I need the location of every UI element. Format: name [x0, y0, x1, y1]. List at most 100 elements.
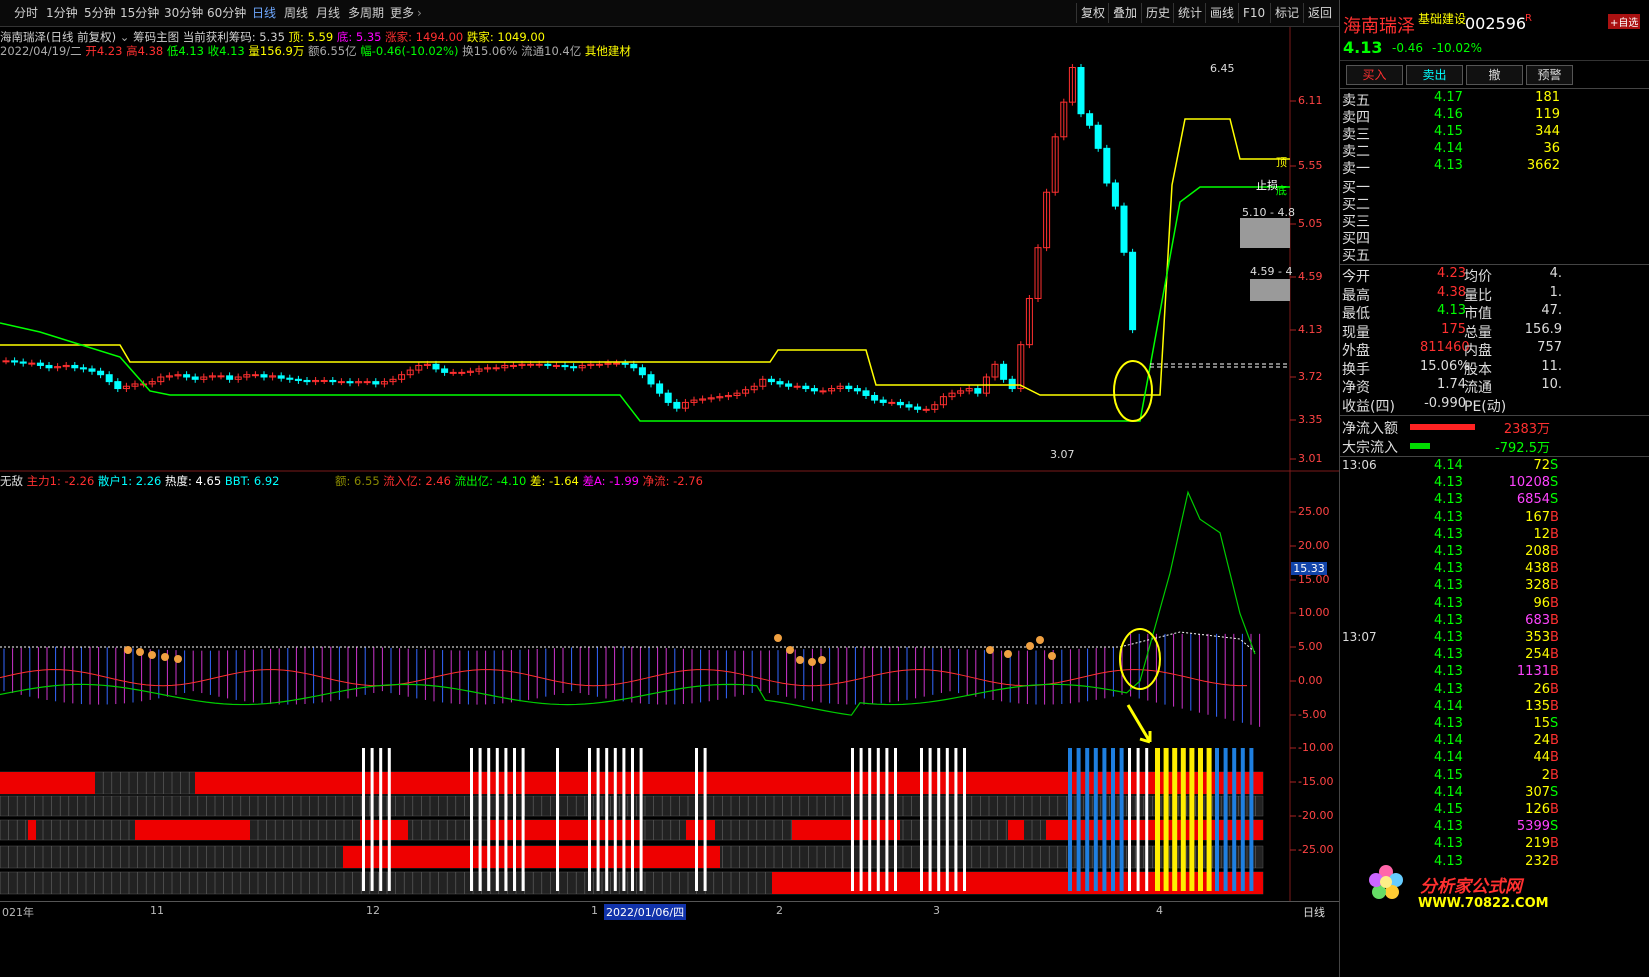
tool-history-button[interactable]: 历史	[1141, 3, 1174, 23]
period-tab-multi[interactable]: 多周期	[348, 4, 384, 22]
signal-segment	[360, 820, 408, 840]
period-tab-daily[interactable]: 日线	[252, 4, 276, 22]
signal-stripe	[495, 748, 499, 891]
high-mark-label: 6.45	[1210, 62, 1235, 75]
chip-box	[1250, 279, 1290, 301]
add-favorite-button[interactable]: +自选	[1608, 14, 1641, 29]
toolbar: 分时 1分钟 5分钟 15分钟 30分钟 60分钟 日线 周线 月线 多周期 更…	[0, 0, 1339, 27]
tick-price: 4.14	[1434, 698, 1463, 714]
tool-draw-button[interactable]: 画线	[1205, 3, 1238, 23]
sell-button[interactable]: 卖出	[1406, 65, 1463, 85]
candle-body	[217, 375, 225, 378]
signal-stripe	[859, 748, 863, 891]
tool-back-button[interactable]: 返回	[1303, 3, 1336, 23]
signal-stripe	[521, 748, 525, 891]
tick-side: B	[1550, 630, 1559, 645]
hand-icon	[136, 648, 144, 656]
tick-volume: 12	[1533, 526, 1550, 542]
arrow-icon	[1126, 704, 1152, 744]
quote-label: 最高	[1342, 287, 1370, 304]
tick-price: 4.13	[1434, 681, 1463, 697]
candle-body	[922, 408, 930, 411]
tool-f10-button[interactable]: F10	[1238, 3, 1269, 23]
tick-volume: 208	[1525, 544, 1550, 559]
candle-body	[71, 364, 79, 369]
signal-stripe	[920, 748, 923, 891]
indicator-value-tag: 15.33	[1291, 562, 1327, 575]
hand-icon	[1026, 642, 1034, 650]
candle-body	[819, 390, 827, 393]
tool-fuquan-button[interactable]: 复权	[1076, 3, 1109, 23]
tick-volume: 254	[1525, 647, 1550, 663]
signal-stripe	[1206, 748, 1212, 891]
candle-body	[28, 362, 36, 365]
period-tab-15min[interactable]: 15分钟	[120, 4, 159, 22]
tick-side: B	[1550, 733, 1559, 749]
candle-body	[251, 374, 259, 377]
signal-stripe	[1145, 748, 1149, 891]
tick-side: B	[1550, 526, 1559, 542]
candle-body	[19, 361, 27, 364]
logo-name: 分析家公式网	[1420, 877, 1522, 897]
stock-name: 海南瑞泽	[1343, 16, 1415, 37]
sub-chaA: 差A: -1.99	[582, 474, 639, 488]
signal-stripe	[851, 748, 854, 891]
period-tab-30min[interactable]: 30分钟	[164, 4, 203, 22]
quote-value: 175	[1441, 321, 1466, 337]
signal-stripe	[695, 748, 698, 891]
flow-bar	[1410, 424, 1475, 430]
tick-volume: 219	[1525, 836, 1550, 852]
period-tab-monthly[interactable]: 月线	[316, 4, 340, 22]
candle-body	[552, 364, 560, 367]
period-tab-more[interactable]: 更多	[390, 4, 414, 22]
signal-stripe	[613, 748, 617, 891]
alert-button[interactable]: 预警	[1526, 65, 1573, 85]
candle-body	[595, 363, 603, 366]
candle-body	[630, 363, 638, 369]
period-tag[interactable]: 日线	[1303, 904, 1325, 920]
candle-body	[294, 378, 302, 381]
tick-side: S	[1550, 475, 1559, 491]
tick-price: 4.13	[1434, 819, 1463, 835]
tool-overlay-button[interactable]: 叠加	[1108, 3, 1141, 23]
quote-label: 今开	[1342, 269, 1370, 285]
tool-stats-button[interactable]: 统计	[1173, 3, 1206, 23]
signal-stripe	[1076, 748, 1081, 891]
buy-button[interactable]: 买入	[1346, 65, 1403, 85]
hand-icon	[818, 656, 826, 664]
candle-body	[11, 360, 19, 363]
candle-body	[613, 362, 621, 365]
period-tab-fenshi[interactable]: 分时	[14, 4, 38, 22]
stock-sector-tag[interactable]: 基础建设	[1418, 10, 1466, 27]
candle-body	[1120, 205, 1128, 253]
tick-price: 4.13	[1434, 475, 1463, 491]
candle-body	[346, 381, 354, 384]
period-tab-5min[interactable]: 5分钟	[84, 4, 116, 22]
candle-body	[871, 394, 879, 401]
ask-price: 4.14	[1434, 141, 1463, 156]
signal-stripe	[868, 748, 872, 891]
tick-volume: 2	[1541, 767, 1550, 783]
candle-body	[114, 381, 122, 390]
sub-indicator-name[interactable]: 无敌	[0, 474, 23, 488]
hand-icon	[124, 646, 132, 654]
logo-flower-icon	[1368, 864, 1404, 900]
quote-value: 811460	[1420, 340, 1470, 355]
quote-label: 内盘	[1464, 343, 1492, 359]
flow-bar	[1410, 443, 1430, 449]
candle-body	[45, 364, 53, 369]
ask-price: 4.16	[1434, 107, 1463, 122]
tool-mark-button[interactable]: 标记	[1270, 3, 1303, 23]
period-tab-weekly[interactable]: 周线	[284, 4, 308, 22]
signal-stripe	[504, 748, 508, 891]
quote-label: 股本	[1464, 361, 1492, 378]
period-tab-1min[interactable]: 1分钟	[46, 4, 78, 22]
tick-volume: 126	[1525, 802, 1550, 817]
signal-stripe	[954, 748, 958, 891]
period-tab-60min[interactable]: 60分钟	[207, 4, 246, 22]
ask-label: 卖一	[1342, 161, 1370, 177]
green-flow-line	[0, 490, 1256, 716]
hand-icon	[808, 658, 816, 666]
box2-label: 4.59 - 4	[1250, 265, 1293, 278]
cancel-order-button[interactable]: 撤	[1466, 65, 1523, 85]
